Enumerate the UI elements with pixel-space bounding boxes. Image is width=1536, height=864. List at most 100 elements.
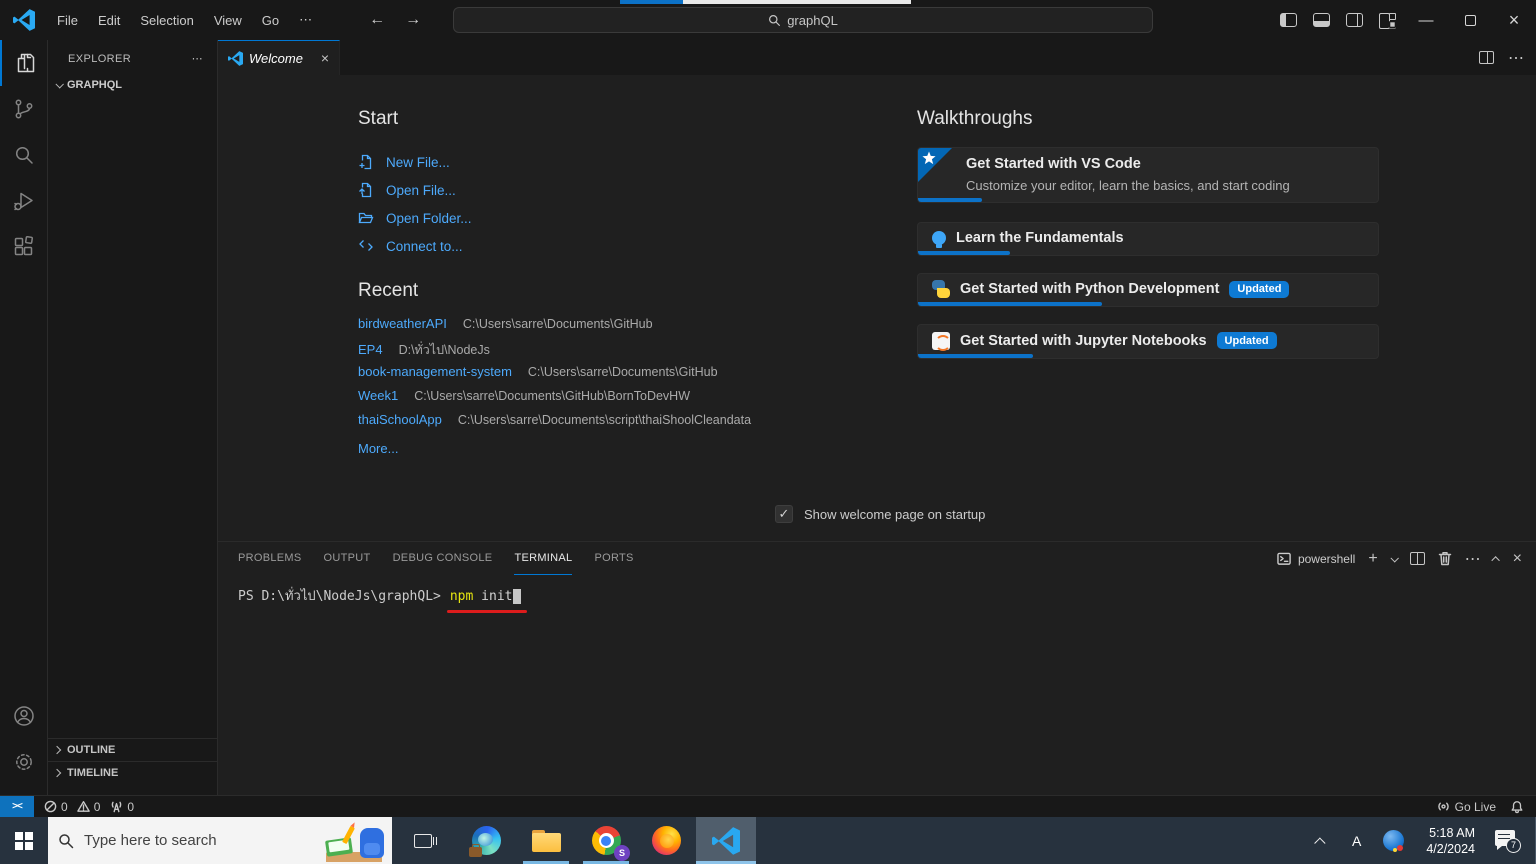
taskbar-app-edge[interactable] [456,817,516,864]
search-icon [58,833,74,849]
toggle-primary-sidebar-icon[interactable] [1280,13,1297,27]
terminal-content[interactable]: PS D:\ทั่วไป\NodeJs\graphQL> npm init [218,575,1536,606]
split-editor-icon[interactable] [1479,51,1494,64]
command-center-search[interactable]: graphQL [453,7,1153,33]
taskbar-app-firefox[interactable] [636,817,696,864]
explorer-sidebar: EXPLORER ⋯ GRAPHQL OUTLINE TIMELINE [48,40,218,795]
recent-more-link[interactable]: More... [358,436,918,460]
accounts-icon[interactable] [0,693,48,739]
open-folder-link[interactable]: Open Folder... [358,204,778,232]
sidebar-title: EXPLORER [68,53,131,65]
walkthrough-vscode[interactable]: Get Started with VS Code Customize your … [917,147,1379,203]
close-window-button[interactable]: × [1492,0,1536,40]
walkthrough-python[interactable]: Get Started with Python Development Upda… [917,273,1379,307]
recent-link[interactable]: book-management-system [358,364,512,379]
lightbulb-icon [932,231,946,245]
recent-link[interactable]: EP4 [358,342,383,357]
taskbar-search[interactable] [48,817,392,864]
new-file-link[interactable]: New File... [358,148,778,176]
search-sidebar-icon[interactable] [0,132,48,178]
progress-bar [918,354,1033,358]
panel-tab-ports[interactable]: PORTS [594,542,633,575]
start-button[interactable] [0,817,48,864]
customize-layout-icon[interactable] [1379,13,1396,27]
edge-icon [472,826,501,855]
forward-arrow-icon[interactable]: → [405,11,421,29]
settings-gear-icon[interactable] [0,739,48,785]
new-terminal-icon[interactable]: + [1368,550,1377,568]
taskbar-search-input[interactable] [84,832,294,849]
menu-view[interactable]: View [205,9,251,32]
clock[interactable]: 5:18 AM 4/2/2024 [1426,825,1475,857]
startup-checkbox-label[interactable]: Show welcome page on startup [804,507,985,522]
terminal-command: npm init [450,589,522,604]
taskbar-app-file-explorer[interactable] [516,817,576,864]
go-live-button[interactable]: Go Live [1437,800,1496,814]
notifications-bell-icon[interactable] [1510,800,1524,814]
recent-heading: Recent [358,280,918,302]
recent-path: D:\ทั่วไป\NodeJs [399,340,490,360]
sidebar-section-outline[interactable]: OUTLINE [48,738,218,761]
new-file-icon [358,154,374,170]
explorer-icon[interactable] [0,40,48,86]
extensions-icon[interactable] [0,224,48,270]
sidebar-folder-graphql[interactable]: GRAPHQL [48,75,217,95]
recent-link[interactable]: Week1 [358,388,398,403]
toggle-secondary-sidebar-icon[interactable] [1346,13,1363,27]
vscode-file-icon [228,51,243,66]
menu-more-icon[interactable]: ⋯ [290,8,321,32]
ports-status[interactable]: 0 [110,800,134,814]
jupyter-icon [932,332,950,350]
close-tab-icon[interactable]: × [321,50,329,66]
run-debug-icon[interactable] [0,178,48,224]
kill-terminal-trash-icon[interactable] [1438,551,1452,566]
search-value: graphQL [787,13,838,28]
split-terminal-icon[interactable] [1410,552,1425,565]
maximize-panel-icon[interactable] [1491,556,1499,564]
panel-tab-terminal[interactable]: TERMINAL [514,542,572,575]
connect-to-link[interactable]: Connect to... [358,232,778,260]
terminal-prompt: PS D:\ทั่วไป\NodeJs\graphQL> [238,589,441,604]
menu-edit[interactable]: Edit [89,9,129,32]
star-ribbon-icon [918,148,952,182]
notification-center-button[interactable]: 7 [1495,829,1521,853]
sidebar-section-timeline[interactable]: TIMELINE [48,761,218,784]
walkthrough-jupyter[interactable]: Get Started with Jupyter Notebooks Updat… [917,324,1379,359]
start-heading: Start [358,108,778,130]
task-view-button[interactable] [400,817,446,864]
progress-bar [918,302,1102,306]
recent-link[interactable]: birdweatherAPI [358,316,447,331]
remote-indicator[interactable]: >< [0,796,34,818]
panel-tab-problems[interactable]: PROBLEMS [238,542,302,575]
taskbar-app-chrome[interactable]: S [576,817,636,864]
progress-bar [918,198,982,202]
menu-go[interactable]: Go [253,9,288,32]
panel-tab-debug-console[interactable]: DEBUG CONSOLE [393,542,493,575]
editor-more-actions-icon[interactable]: ⋯ [1508,48,1524,68]
menu-selection[interactable]: Selection [131,9,202,32]
editor-area: Welcome × ⋯ Start New File... [218,40,1536,795]
tab-welcome[interactable]: Welcome × [218,40,340,75]
terminal-dropdown-icon[interactable] [1390,554,1398,562]
open-file-link[interactable]: Open File... [358,176,778,204]
restore-button[interactable] [1448,0,1492,40]
show-hidden-icons-chevron[interactable] [1314,837,1325,848]
language-indicator[interactable]: A [1352,833,1361,849]
source-control-icon[interactable] [0,86,48,132]
minimize-button[interactable]: — [1404,0,1448,40]
tray-app-icon[interactable] [1383,830,1404,851]
startup-checkbox[interactable]: ✓ [775,505,793,523]
back-arrow-icon[interactable]: ← [369,11,385,29]
updated-badge: Updated [1217,332,1277,349]
toggle-panel-icon[interactable] [1313,13,1330,27]
close-panel-icon[interactable]: × [1513,550,1522,568]
panel-tab-output[interactable]: OUTPUT [324,542,371,575]
walkthrough-fundamentals[interactable]: Learn the Fundamentals [917,222,1379,256]
recent-link[interactable]: thaiSchoolApp [358,412,442,427]
sidebar-more-icon[interactable]: ⋯ [192,52,203,65]
problems-status[interactable]: 0 0 [44,800,100,814]
panel-more-icon[interactable]: ⋯ [1465,549,1481,569]
terminal-shell-chip[interactable]: powershell [1277,552,1355,566]
taskbar-app-vscode[interactable] [696,817,756,864]
menu-file[interactable]: File [48,9,87,32]
